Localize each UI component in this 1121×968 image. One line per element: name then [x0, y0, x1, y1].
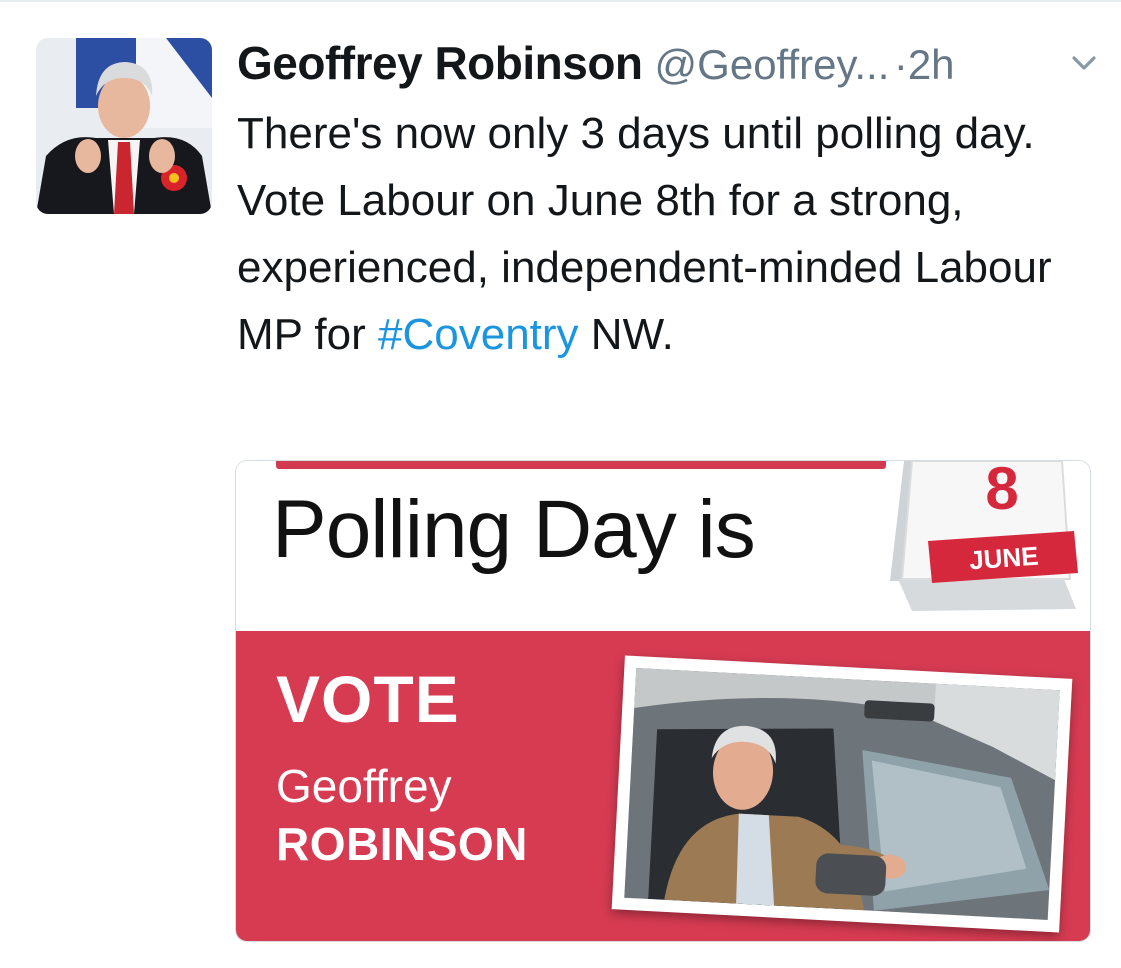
candidate-photo — [611, 655, 1073, 933]
chevron-down-icon[interactable] — [1069, 48, 1099, 78]
poster-top-panel: Polling Day is 8 JUNE — [236, 461, 1090, 631]
poster-headline: Polling Day is — [272, 484, 756, 575]
poster-red-strip — [276, 461, 886, 469]
tweet-media-image[interactable]: Polling Day is 8 JUNE VOTE Geoffrey ROBI… — [235, 460, 1091, 942]
hashtag-link[interactable]: #Coventry — [378, 310, 579, 359]
tweet-text-end: NW. — [578, 310, 674, 359]
avatar[interactable] — [36, 38, 212, 214]
tweet-timestamp[interactable]: 2h — [908, 41, 955, 88]
poster-red-panel: VOTE Geoffrey ROBINSON — [236, 631, 1090, 941]
calendar-day: 8 — [985, 461, 1018, 522]
tweet-header: Geoffrey Robinson @Geoffrey... ·2h — [237, 36, 1097, 92]
top-divider — [0, 0, 1121, 2]
tweet-text: There's now only 3 days until polling da… — [237, 100, 1087, 368]
author-name[interactable]: Geoffrey Robinson — [237, 37, 643, 89]
calendar-month: JUNE — [968, 541, 1039, 576]
author-handle[interactable]: @Geoffrey... — [655, 41, 890, 88]
poster-first-name: Geoffrey — [276, 760, 452, 812]
calendar-icon: 8 JUNE — [890, 461, 1078, 611]
poster-last-name: ROBINSON — [276, 818, 528, 870]
poster-vote-label: VOTE — [276, 662, 460, 736]
meta-separator: · — [893, 41, 908, 88]
